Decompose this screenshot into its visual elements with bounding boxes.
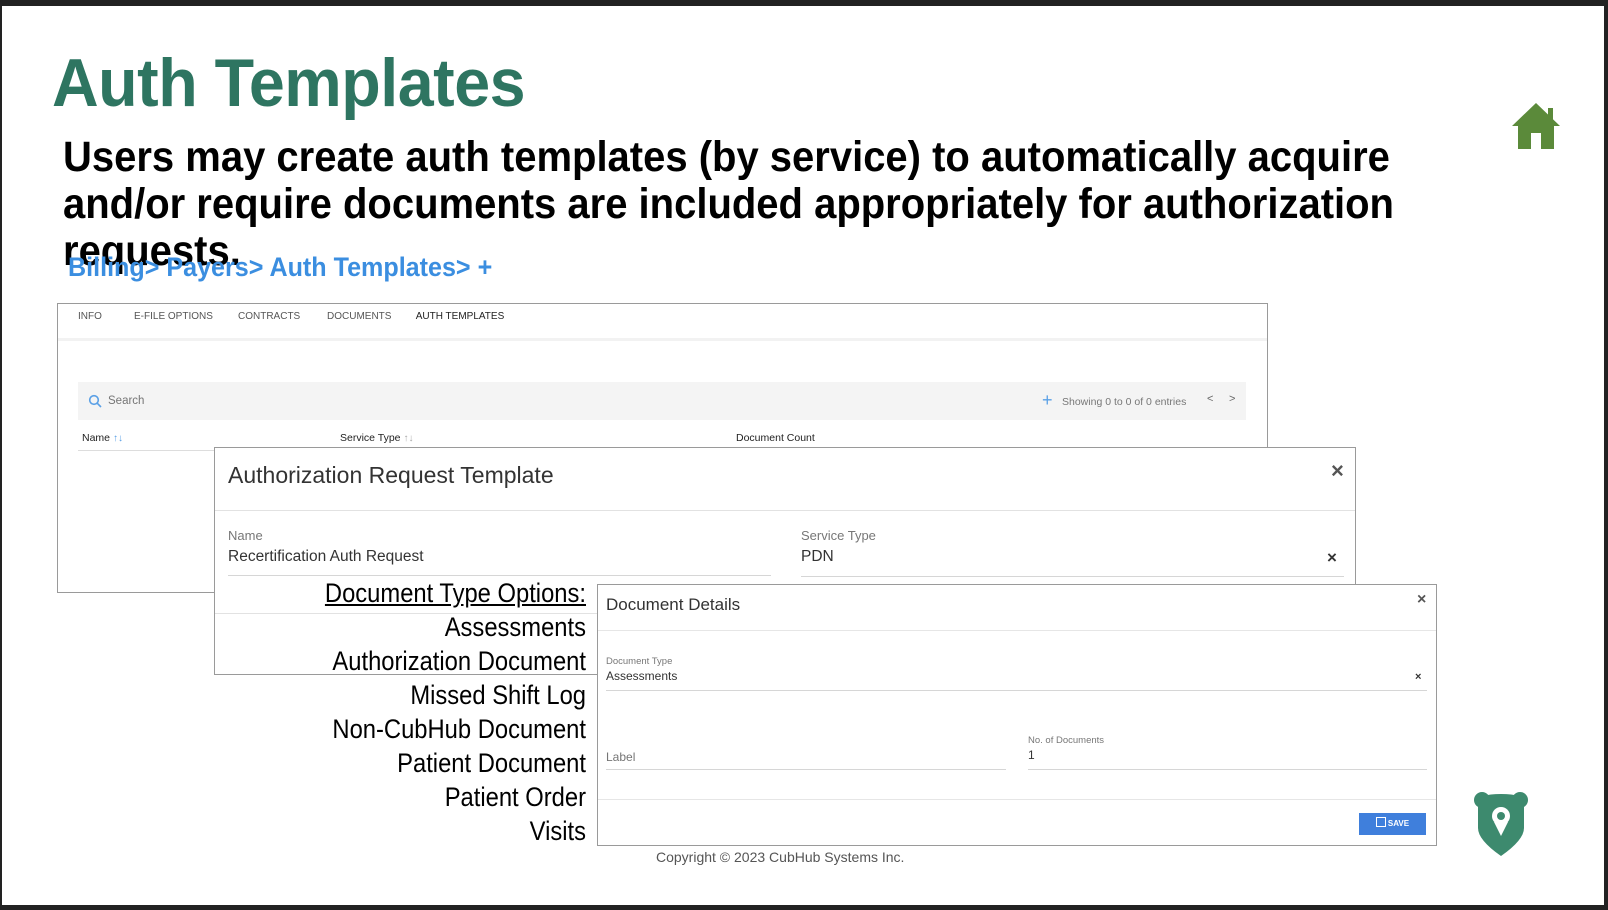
tab-auth-templates[interactable]: AUTH TEMPLATES <box>402 304 518 340</box>
document-type-options-heading: Document Type Options: <box>324 578 586 608</box>
column-header-name[interactable]: Name ↑↓ <box>82 432 123 444</box>
prev-page-button[interactable]: < <box>1207 393 1213 405</box>
name-label: Name <box>228 528 263 543</box>
document-type-option: Assessments <box>444 612 586 642</box>
plus-icon[interactable]: + <box>1042 391 1053 409</box>
tab-info[interactable]: INFO <box>78 304 102 338</box>
document-type-select[interactable]: Assessments <box>606 669 677 683</box>
slide: Auth Templates Users may create auth tem… <box>2 6 1604 905</box>
service-type-select[interactable]: PDN <box>801 548 834 566</box>
column-header-document-count: Document Count <box>736 432 815 444</box>
auth-modal-title: Authorization Request Template <box>228 462 554 488</box>
save-button-label: SAVE <box>1387 819 1410 828</box>
home-icon[interactable] <box>1510 100 1562 152</box>
tab-e-file-options[interactable]: E-FILE OPTIONS <box>134 304 213 338</box>
pagination-status: Showing 0 to 0 of 0 entries <box>1062 396 1187 408</box>
close-icon[interactable]: × <box>1417 591 1426 609</box>
cubhub-logo <box>1474 792 1528 856</box>
divider <box>215 510 1355 511</box>
document-type-underline <box>606 690 1427 691</box>
tab-documents[interactable]: DOCUMENTS <box>327 304 391 338</box>
document-type-option: Patient Order <box>444 782 586 812</box>
column-header-service-type[interactable]: Service Type ↑↓ <box>340 432 414 444</box>
sort-icon[interactable]: ↑↓ <box>113 433 123 444</box>
divider <box>598 630 1436 631</box>
document-type-options: Document Type Options: Assessments Autho… <box>254 576 586 848</box>
document-type-option: Visits <box>529 816 586 846</box>
save-button[interactable]: SAVE <box>1359 813 1426 835</box>
clear-icon[interactable]: × <box>1415 671 1421 683</box>
label-underline <box>606 769 1006 770</box>
doc-modal-title: Document Details <box>606 595 741 614</box>
num-documents-input[interactable]: 1 <box>1028 748 1035 762</box>
sort-icon[interactable]: ↑↓ <box>404 433 414 444</box>
service-type-label: Service Type <box>801 528 876 543</box>
label-input[interactable] <box>606 748 996 766</box>
document-type-option: Missed Shift Log <box>410 680 586 710</box>
num-documents-label: No. of Documents <box>1028 735 1105 746</box>
save-icon <box>1375 817 1386 827</box>
name-field[interactable]: Recertification Auth Request <box>228 548 424 566</box>
num-documents-underline <box>1028 769 1427 770</box>
document-type-option: Non-CubHub Document <box>332 714 586 744</box>
document-type-option: Authorization Document <box>332 646 586 676</box>
search-icon <box>88 394 102 408</box>
copyright: Copyright © 2023 CubHub Systems Inc. <box>656 849 905 865</box>
divider <box>598 799 1436 800</box>
document-type-option: Patient Document <box>397 748 586 778</box>
document-type-label: Document Type <box>606 656 673 667</box>
service-type-underline <box>801 576 1344 577</box>
next-page-button[interactable]: > <box>1229 393 1235 405</box>
clear-icon[interactable]: × <box>1327 548 1337 568</box>
tab-divider <box>58 338 1267 341</box>
search-bar: + Showing 0 to 0 of 0 entries < > <box>78 382 1246 420</box>
search-input[interactable] <box>108 391 508 411</box>
breadcrumb: Billing> Payers> Auth Templates> + <box>68 252 493 282</box>
document-details-modal: Document Details × Document Type Assessm… <box>597 584 1437 846</box>
header-divider <box>78 450 218 451</box>
tab-contracts[interactable]: CONTRACTS <box>238 304 300 338</box>
close-icon[interactable]: × <box>1331 458 1344 484</box>
slide-title: Auth Templates <box>52 45 526 121</box>
